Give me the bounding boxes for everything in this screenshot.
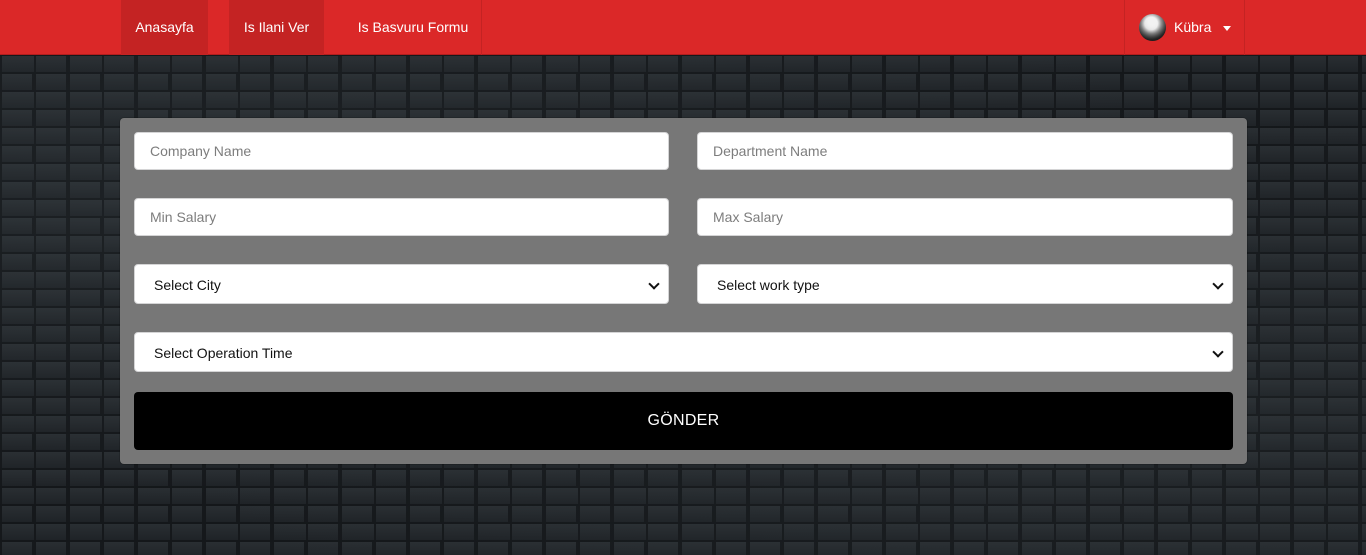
nav-item-application-form[interactable]: Is Basvuru Formu <box>345 0 482 55</box>
caret-down-icon <box>1223 26 1231 31</box>
chevron-down-icon <box>1212 278 1224 290</box>
submit-button[interactable]: GÖNDER <box>134 392 1233 450</box>
operation-time-select-value: Select Operation Time <box>154 345 293 361</box>
operation-time-select[interactable]: Select Operation Time <box>134 332 1233 372</box>
city-select[interactable]: Select City <box>134 264 669 304</box>
city-select-value: Select City <box>154 277 221 293</box>
work-type-select[interactable]: Select work type <box>697 264 1233 304</box>
chevron-down-icon <box>648 278 660 290</box>
min-salary-input[interactable] <box>134 198 669 236</box>
nav-item-home[interactable]: Anasayfa <box>121 0 208 55</box>
work-type-select-value: Select work type <box>717 277 820 293</box>
chevron-down-icon <box>1212 346 1224 358</box>
department-name-input[interactable] <box>697 132 1233 170</box>
user-dropdown[interactable]: Kübra <box>1124 0 1245 55</box>
top-navbar: Anasayfa Is Ilani Ver Is Basvuru Formu K… <box>0 0 1366 55</box>
job-posting-form: Select City Select work type Select Oper… <box>120 118 1247 464</box>
max-salary-input[interactable] <box>697 198 1233 236</box>
avatar <box>1139 14 1166 41</box>
user-name: Kübra <box>1174 19 1212 35</box>
nav-item-post-job[interactable]: Is Ilani Ver <box>229 0 324 55</box>
company-name-input[interactable] <box>134 132 669 170</box>
